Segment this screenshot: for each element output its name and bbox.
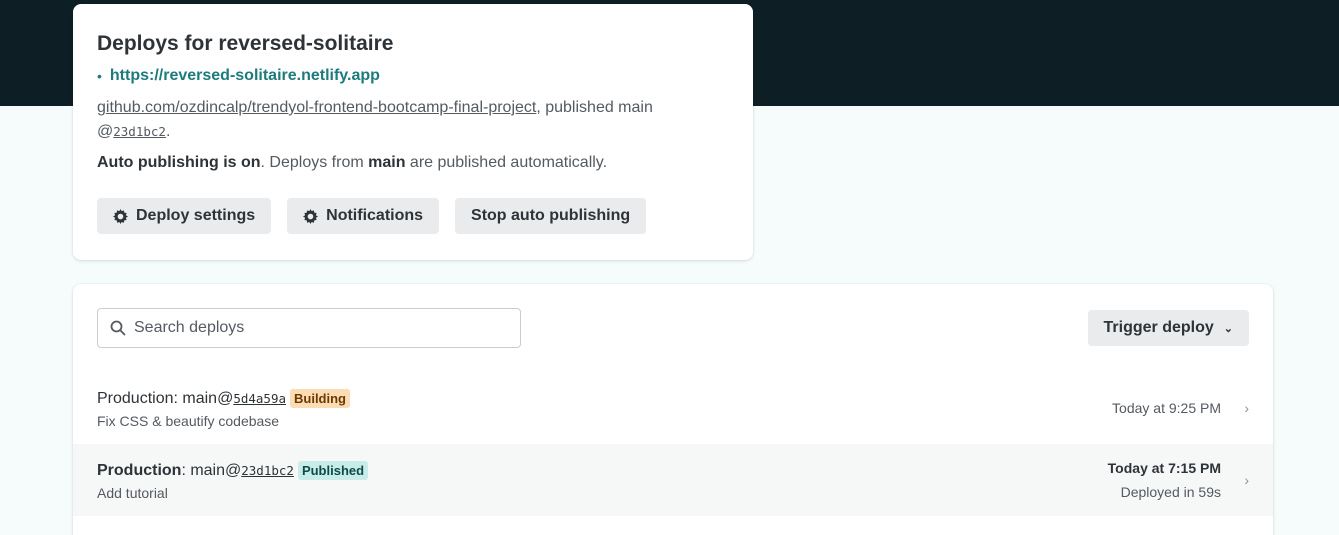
deploy-row-meta: Today at 7:15 PM Deployed in 59s › [1108, 460, 1249, 500]
auto-publish-label: Auto publishing is on [97, 154, 261, 171]
auto-publish-text: . Deploys from [260, 154, 369, 171]
deploy-settings-button[interactable]: Deploy settings [97, 198, 272, 234]
deploy-settings-label: Deploy settings [136, 207, 256, 224]
gear-icon [303, 208, 319, 224]
chevron-down-icon: ⌄ [1223, 322, 1233, 335]
deploy-row-info: Production: main@23d1bc2 Published Add t… [97, 460, 369, 501]
deploy-context-text: Production: main@5d4a59a [97, 388, 286, 410]
deploy-row[interactable]: Production: main@23d1bc2 Published Add t… [73, 444, 1273, 516]
search-box[interactable] [97, 308, 521, 348]
auto-publish-status: Auto publishing is on. Deploys from main… [97, 151, 729, 175]
auto-publish-tail: are published automatically. [405, 154, 608, 171]
status-badge: Published [297, 461, 369, 480]
deploy-message: Fix CSS & beautify codebase [97, 412, 280, 429]
trigger-deploy-button[interactable]: Trigger deploy ⌄ [1087, 310, 1249, 346]
status-badge: Building [290, 389, 350, 408]
stop-auto-publishing-label: Stop auto publishing [471, 207, 631, 224]
repo-info: github.com/ozdincalp/trendyol-frontend-b… [97, 96, 729, 144]
chevron-right-icon: › [1244, 400, 1249, 416]
repo-suffix: , published main [536, 99, 653, 116]
search-icon [110, 320, 126, 336]
commit-suffix: . [165, 123, 171, 140]
deploy-row-meta: Today at 9:25 PM › [1112, 400, 1249, 416]
deploy-context-text: Production: main@23d1bc2 [97, 460, 294, 482]
deploy-commit-link[interactable]: 5d4a59a [233, 391, 286, 406]
deploy-context: Production [97, 461, 182, 479]
auto-publish-branch: main [368, 154, 406, 171]
deploys-overview-card: Deploys for reversed-solitaire • https:/… [73, 4, 753, 260]
deploy-commit-link[interactable]: 23d1bc2 [241, 463, 294, 478]
deploy-title: Production: main@5d4a59a Building [97, 388, 350, 410]
deploy-context: Production [97, 389, 174, 407]
stop-auto-publishing-button[interactable]: Stop auto publishing [455, 198, 647, 234]
commit-prefix: @ [97, 123, 114, 140]
search-input[interactable] [134, 319, 514, 337]
site-url-link[interactable]: https://reversed-solitaire.netlify.app [110, 67, 380, 85]
chevron-right-icon: › [1244, 472, 1249, 488]
bullet-icon: • [97, 68, 102, 84]
trigger-deploy-label: Trigger deploy [1103, 319, 1214, 336]
deploy-branch: : main@ [181, 461, 242, 479]
deploy-time: Today at 9:25 PM [1112, 400, 1221, 416]
notifications-button[interactable]: Notifications [287, 198, 440, 234]
notifications-label: Notifications [326, 207, 424, 224]
overview-actions: Deploy settings Notifications Stop auto … [97, 198, 729, 234]
page-title: Deploys for reversed-solitaire [97, 32, 394, 55]
deploy-message: Add tutorial [97, 484, 168, 501]
site-url-row: • https://reversed-solitaire.netlify.app [97, 66, 729, 86]
deploy-row[interactable]: Production: main@5d4a59a Building Fix CS… [73, 372, 1273, 444]
repo-link[interactable]: github.com/ozdincalp/trendyol-frontend-b… [97, 99, 536, 116]
gear-icon [113, 208, 128, 224]
deploy-branch: : main@ [173, 389, 234, 407]
deploy-list-card: Trigger deploy ⌄ Production: main@5d4a59… [73, 284, 1273, 535]
deploy-duration: Deployed in 59s [1120, 484, 1221, 500]
deploy-row-info: Production: main@5d4a59a Building Fix CS… [97, 388, 350, 429]
deploy-title: Production: main@23d1bc2 Published [97, 460, 369, 482]
commit-link[interactable]: 23d1bc2 [113, 124, 166, 139]
deploy-time: Today at 7:15 PM [1107, 460, 1221, 476]
